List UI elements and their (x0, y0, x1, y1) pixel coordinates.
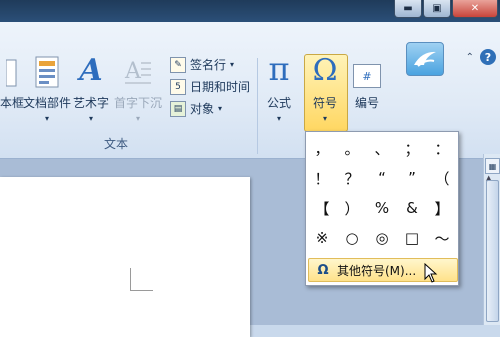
omega-icon: Ω (312, 53, 338, 88)
close-button[interactable]: ✕ (452, 0, 498, 18)
symbol-cell[interactable]: ～ (428, 224, 456, 252)
symbol-cell[interactable]: ， (308, 134, 336, 162)
dropdown-arrow-icon: ▾ (45, 114, 50, 123)
text-group-label: 文本 (104, 137, 129, 151)
signature-icon: ✎ (170, 56, 186, 73)
symbol-cell[interactable]: （ (428, 164, 456, 192)
dropdown-arrow-icon: ▾ (136, 114, 141, 123)
equation-button[interactable]: π 公式 ▾ (267, 50, 292, 123)
restore-button[interactable]: ▣ (423, 0, 451, 18)
symbol-cell[interactable]: ： (428, 134, 456, 162)
signature-line-button[interactable]: ✎ 签名行 ▾ (170, 56, 234, 73)
ruler-toggle-icon[interactable]: ▦ (485, 158, 500, 174)
quickparts-button[interactable]: 文档部件 ▾ (23, 54, 71, 123)
dropdown-arrow-icon: ▾ (89, 114, 94, 123)
dropcap-label: 首字下沉 (114, 96, 163, 110)
dropdown-arrow-icon: ▾ (218, 104, 223, 113)
window-controls: ▬ ▣ ✕ (394, 0, 498, 18)
symbol-cell[interactable]: ！ (308, 164, 336, 192)
help-icon[interactable]: ? (480, 49, 496, 65)
symbol-cell[interactable]: & (398, 194, 426, 222)
more-symbols-label: 其他符号(M)... (337, 263, 417, 278)
pi-icon: π (268, 50, 290, 88)
app-logo-icon (406, 42, 444, 76)
symbol-cell[interactable]: 【 (308, 194, 336, 222)
group-divider (257, 58, 258, 154)
dropdown-arrow-icon: ▾ (230, 60, 235, 69)
title-bar: ▬ ▣ ✕ (0, 0, 500, 22)
wordart-button[interactable]: A 艺术字 ▾ (73, 53, 110, 123)
datetime-label: 日期和时间 (190, 80, 251, 94)
wordart-label: 艺术字 (73, 96, 110, 110)
symbol-cell[interactable]: ； (398, 134, 426, 162)
document-page[interactable] (0, 177, 250, 337)
help-area: ⌃ ? (466, 49, 496, 65)
textbox-icon (6, 54, 18, 88)
calendar-icon: 5 (170, 78, 186, 95)
symbol-cell[interactable]: “ (368, 164, 396, 192)
symbol-cell[interactable]: ○ (338, 224, 366, 252)
symbol-cell[interactable]: ◎ (368, 224, 396, 252)
omega-icon: Ω (317, 262, 329, 278)
symbol-cell[interactable]: 】 (428, 194, 456, 222)
mouse-cursor-icon (424, 263, 438, 283)
number-icon: # (353, 54, 381, 88)
symbol-cell[interactable]: ※ (308, 224, 336, 252)
dropdown-arrow-icon: ▾ (277, 114, 282, 123)
symbol-cell[interactable]: ” (398, 164, 426, 192)
symbol-cell[interactable]: 、 (368, 134, 396, 162)
svg-text:A: A (124, 59, 142, 84)
signature-label: 签名行 (190, 58, 227, 72)
dropcap-button[interactable]: A 首字下沉 ▾ (114, 54, 162, 123)
object-label: 对象 (190, 102, 215, 116)
equation-label: 公式 (267, 96, 292, 110)
scrollbar-thumb[interactable] (486, 180, 499, 322)
object-button[interactable]: ▤ 对象 ▾ (170, 100, 222, 117)
crop-mark (130, 268, 153, 291)
textbox-button[interactable]: 本框 (0, 54, 24, 111)
minimize-button[interactable]: ▬ (394, 0, 422, 18)
wordart-icon: A (79, 53, 103, 88)
number-label: 编号 (354, 96, 379, 110)
symbol-cell[interactable]: ） (338, 194, 366, 222)
object-icon: ▤ (170, 100, 186, 117)
textbox-label: 本框 (0, 96, 25, 110)
symbol-cell[interactable]: % (368, 194, 396, 222)
symbol-cell[interactable]: □ (398, 224, 426, 252)
datetime-button[interactable]: 5 日期和时间 (170, 78, 250, 95)
symbol-cell[interactable]: ？ (338, 164, 366, 192)
number-button[interactable]: # 编号 (353, 54, 381, 111)
quickparts-icon (35, 54, 59, 88)
dropdown-arrow-icon: ▾ (322, 114, 327, 123)
vertical-scrollbar[interactable]: ▦ ▲ (483, 154, 500, 325)
symbol-cell[interactable]: 。 (338, 134, 366, 162)
dropcap-icon: A (123, 54, 153, 88)
collapse-ribbon-icon[interactable]: ⌃ (466, 52, 474, 63)
symbol-label: 符号 (312, 96, 337, 110)
symbol-button[interactable]: Ω 符号 ▾ (310, 53, 340, 123)
quickparts-label: 文档部件 (23, 96, 72, 110)
